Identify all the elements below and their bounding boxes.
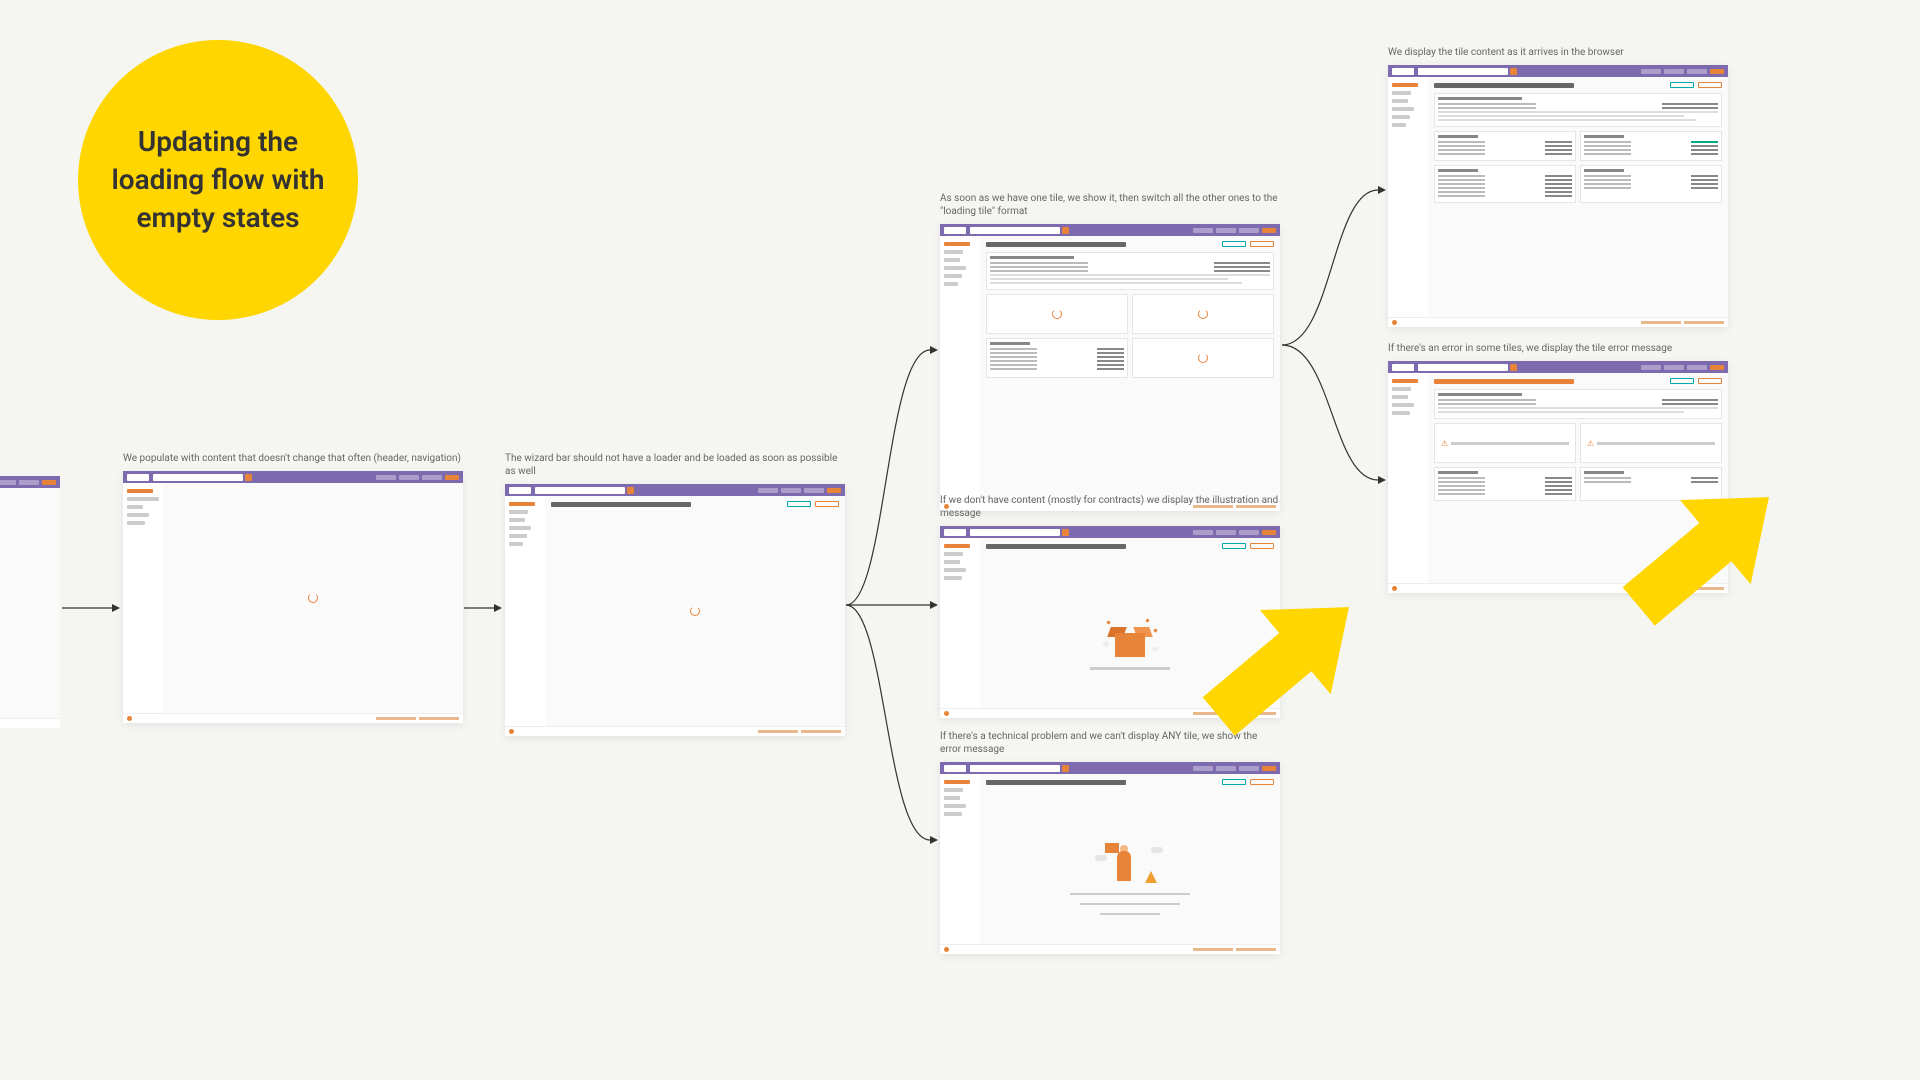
error-person-icon [1095,837,1165,887]
tile-loading [1132,294,1274,334]
mockup-stage-1 [123,471,463,723]
title-circle: Updating the loading flow with empty sta… [78,40,358,320]
arrow-connector [62,598,122,618]
stage-4b: If there's an error in some tiles, we di… [1388,342,1728,593]
loader-spinner [690,606,700,616]
stage-3a-caption: As soon as we have one tile, we show it,… [940,192,1280,218]
tile-loading [986,294,1128,334]
mockup-stage-3a [940,224,1280,511]
main-area [163,483,463,713]
diagram-title: Updating the loading flow with empty sta… [108,123,328,236]
mockup-stage-4b [1388,361,1728,593]
mockup-stage-3c [940,762,1280,954]
arrow-connector [464,598,504,618]
stage-4a: We display the tile content as it arrive… [1388,46,1728,327]
loader-spinner [308,593,318,603]
empty-box-icon [1105,621,1155,661]
tile-error [1580,423,1722,463]
mockup-topbar [123,471,463,483]
mockup-stage-3b [940,526,1280,718]
error-state-illustration [986,790,1274,952]
stage-1: We populate with content that doesn't ch… [123,452,463,723]
stage-3b: If we don't have content (mostly for con… [940,494,1280,718]
tile-loaded [986,252,1274,290]
tile-error [1434,423,1576,463]
arrow-branch-2 [1282,170,1392,500]
stage-3a: As soon as we have one tile, we show it,… [940,192,1280,511]
stage-4a-caption: We display the tile content as it arrive… [1388,46,1728,59]
stage-3c: If there's a technical problem and we ca… [940,730,1280,954]
stage-2-caption: The wizard bar should not have a loader … [505,452,845,478]
warning-triangle-icon [1145,871,1157,883]
mockup-footer [123,713,463,723]
stage-2: The wizard bar should not have a loader … [505,452,845,736]
search-bar [153,474,243,481]
mockup-stage-4a [1388,65,1728,327]
sidebar [123,483,163,713]
arrow-branch [846,320,946,860]
top-nav [376,475,459,480]
stage-3c-caption: If there's a technical problem and we ca… [940,730,1280,756]
logo [127,474,149,481]
stage-1-caption: We populate with content that doesn't ch… [123,452,463,465]
stage-3b-caption: If we don't have content (mostly for con… [940,494,1280,520]
tile-characteristics [986,338,1128,378]
empty-state-illustration [986,554,1274,716]
tile-loading [1132,338,1274,378]
mockup-entry-partial [0,476,60,728]
mockup-stage-2 [505,484,845,736]
stage-4b-caption: If there's an error in some tiles, we di… [1388,342,1728,355]
